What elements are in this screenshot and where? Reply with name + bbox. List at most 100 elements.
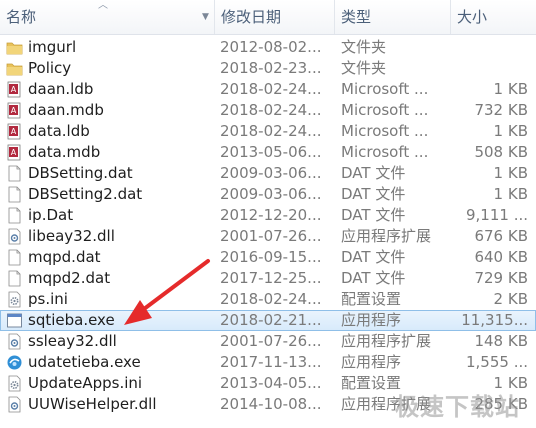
file-date: 2001-07-26... — [220, 227, 322, 245]
file-name: ps.ini — [28, 290, 68, 308]
file-name: UpdateApps.ini — [28, 374, 143, 392]
file-size: 729 KB — [474, 269, 528, 287]
file-name: mqpd.dat — [28, 248, 101, 266]
file-size: 676 KB — [474, 227, 528, 245]
file-row[interactable]: udatetieba.exe 2017-11-13... 应用程序 1,555 ... — [0, 352, 536, 373]
file-date: 2012-12-20... — [220, 206, 322, 224]
blank-file-icon — [6, 165, 23, 182]
column-header-name-label: 名称 — [6, 8, 37, 26]
file-type: 应用程序 — [341, 311, 402, 329]
file-row[interactable]: Adata.mdb 2013-05-06... Microsoft ... 508 K… — [0, 142, 536, 163]
access-file-icon: A — [6, 81, 23, 98]
file-type: 文件夹 — [341, 38, 387, 56]
file-type: 应用程序扩展 — [341, 227, 432, 245]
file-name: UUWiseHelper.dll — [28, 395, 157, 413]
file-name: ssleay32.dll — [28, 332, 117, 350]
file-row[interactable]: Adaan.ldb 2018-02-24... Microsoft ... 1 KB — [0, 79, 536, 100]
file-row[interactable]: sqtieba.exe 2018-02-21... 应用程序 11,315... — [0, 310, 536, 331]
file-date: 2018-02-21... — [220, 311, 322, 329]
svg-text:A: A — [11, 85, 17, 94]
file-date: 2013-04-05... — [220, 374, 322, 392]
svg-text:A: A — [11, 127, 17, 136]
blank-file-icon — [6, 249, 23, 266]
column-header-date[interactable]: 修改日期 — [214, 0, 334, 34]
file-type: Microsoft ... — [341, 143, 429, 161]
ini-file-icon — [6, 375, 23, 392]
chevron-down-icon[interactable]: ▼ — [202, 12, 209, 22]
file-date: 2012-08-02... — [220, 38, 322, 56]
file-type: DAT 文件 — [341, 206, 406, 224]
file-row[interactable]: ps.ini 2018-02-24... 配置设置 2 KB — [0, 289, 536, 310]
blank-file-icon — [6, 270, 23, 287]
column-header-size[interactable]: 大小 — [450, 0, 536, 34]
file-row[interactable]: DBSetting.dat 2009-03-06... DAT 文件 1 KB — [0, 163, 536, 184]
ini-file-icon — [6, 291, 23, 308]
column-header-type[interactable]: 类型 — [334, 0, 450, 34]
file-row[interactable]: mqpd2.dat 2017-12-25... DAT 文件 729 KB — [0, 268, 536, 289]
file-date: 2017-11-13... — [220, 353, 322, 371]
dll-file-icon — [6, 333, 23, 350]
file-row[interactable]: Adaan.mdb 2018-02-24... Microsoft ... 732 K… — [0, 100, 536, 121]
file-type: DAT 文件 — [341, 269, 406, 287]
file-row[interactable]: DBSetting2.dat 2009-03-06... DAT 文件 1 KB — [0, 184, 536, 205]
file-size: 148 KB — [474, 332, 528, 350]
file-size: 1 KB — [493, 122, 528, 140]
file-date: 2016-09-15... — [220, 248, 322, 266]
sort-up-icon: ︿ — [98, 0, 108, 11]
watermark: 极速下载站 — [395, 393, 520, 421]
exe-file-icon — [6, 312, 23, 329]
file-date: 2014-10-08... — [220, 395, 322, 413]
access-file-icon: A — [6, 102, 23, 119]
file-type: DAT 文件 — [341, 164, 406, 182]
file-row[interactable]: Adata.ldb 2018-02-24... Microsoft ... 1 KB — [0, 121, 536, 142]
access-file-icon: A — [6, 144, 23, 161]
file-size: 640 KB — [474, 248, 528, 266]
file-row[interactable]: ssleay32.dll 2001-07-26... 应用程序扩展 148 KB — [0, 331, 536, 352]
file-name: daan.mdb — [28, 101, 104, 119]
column-header: 名称 ︿ ▼ 修改日期 类型 大小 — [0, 0, 536, 35]
svg-text:A: A — [11, 106, 17, 115]
file-size: 1,555 ... — [465, 353, 528, 371]
file-type: 应用程序扩展 — [341, 332, 432, 350]
folder-icon — [6, 60, 23, 77]
access-file-icon: A — [6, 123, 23, 140]
file-type: 文件夹 — [341, 59, 387, 77]
file-row[interactable]: imgurl 2012-08-02... 文件夹 — [0, 37, 536, 58]
file-name: Policy — [28, 59, 72, 77]
file-list: imgurl 2012-08-02... 文件夹 Policy 2018-02-23..… — [0, 37, 536, 415]
file-type: DAT 文件 — [341, 248, 406, 266]
column-header-name[interactable]: 名称 ︿ ▼ — [0, 0, 214, 34]
file-type: 配置设置 — [341, 290, 402, 308]
file-date: 2018-02-23... — [220, 59, 322, 77]
file-date: 2009-03-06... — [220, 164, 322, 182]
file-type: 应用程序 — [341, 353, 402, 371]
file-size: 2 KB — [493, 290, 528, 308]
file-name: DBSetting.dat — [28, 164, 133, 182]
file-size: 1 KB — [493, 164, 528, 182]
file-row[interactable]: mqpd.dat 2016-09-15... DAT 文件 640 KB — [0, 247, 536, 268]
file-type: Microsoft ... — [341, 80, 429, 98]
blank-file-icon — [6, 207, 23, 224]
file-size: 732 KB — [474, 101, 528, 119]
file-name: ip.Dat — [28, 206, 74, 224]
folder-icon — [6, 39, 23, 56]
file-date: 2018-02-24... — [220, 101, 322, 119]
file-size: 1 KB — [493, 185, 528, 203]
column-header-date-label: 修改日期 — [221, 8, 282, 26]
file-size: 11,315... — [461, 311, 528, 329]
file-date: 2017-12-25... — [220, 269, 322, 287]
blank-file-icon — [6, 186, 23, 203]
file-type: Microsoft ... — [341, 122, 429, 140]
file-name: mqpd2.dat — [28, 269, 111, 287]
file-name: DBSetting2.dat — [28, 185, 143, 203]
file-row[interactable]: libeay32.dll 2001-07-26... 应用程序扩展 676 KB — [0, 226, 536, 247]
dll-file-icon — [6, 396, 23, 413]
file-type: Microsoft ... — [341, 101, 429, 119]
file-name: libeay32.dll — [28, 227, 115, 245]
file-date: 2009-03-06... — [220, 185, 322, 203]
file-date: 2013-05-06... — [220, 143, 322, 161]
file-size: 508 KB — [474, 143, 528, 161]
file-row[interactable]: ip.Dat 2012-12-20... DAT 文件 9,111 ... — [0, 205, 536, 226]
file-date: 2001-07-26... — [220, 332, 322, 350]
file-row[interactable]: Policy 2018-02-23... 文件夹 — [0, 58, 536, 79]
